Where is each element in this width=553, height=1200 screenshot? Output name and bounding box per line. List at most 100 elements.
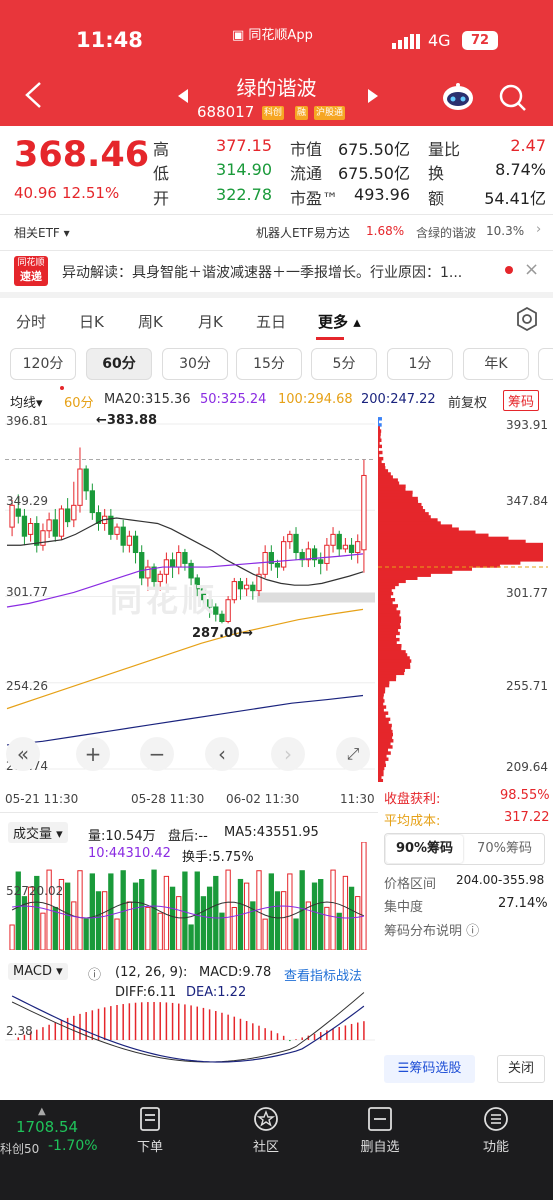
active-tab-indicator [316,337,344,340]
chip-bar [378,739,394,743]
tab-five-day[interactable]: 五日 [256,311,286,332]
nav-order[interactable]: 下单 [110,1106,190,1155]
chip-bar [378,634,397,639]
etf-name[interactable]: 机器人ETF易方达 [256,224,350,241]
chip-bar [378,613,400,617]
candle-body [52,519,58,537]
chip-bar [378,555,543,559]
volume-bar [324,906,330,951]
pan-left-icon[interactable]: ‹ [205,737,239,771]
macd-indicator-select[interactable]: MACD ▾ [8,963,68,980]
prev-stock-icon[interactable] [176,88,190,108]
fullscreen-icon[interactable]: ⤢ [336,737,370,771]
chip-bar [378,625,401,630]
chip-bar [378,742,391,746]
chips-toggle-button[interactable]: 筹码 [503,390,540,411]
pill-year-k[interactable]: 年K [463,348,529,380]
chip-bar [378,561,521,565]
nav-remove-watchlist[interactable]: 删自选 [340,1106,420,1155]
collapse-left-icon[interactable]: « [6,737,40,771]
candle-body [15,508,21,517]
candle-body [243,584,250,590]
high-annotation: ←383.88 [96,413,158,428]
chip-bar [378,714,386,718]
chip-bar [378,683,390,688]
candle-body [348,544,355,554]
signal-icon [392,33,422,53]
pill-120min[interactable]: 120分 [10,348,76,380]
macd-help-icon[interactable]: ⓘ [88,964,101,983]
chip-bar [378,518,438,522]
zoom-out-icon[interactable]: − [140,737,174,771]
tab-month-k[interactable]: 月K [198,311,223,332]
chip-bar [378,548,543,553]
chip-bar [378,726,392,731]
nav-functions[interactable]: 功能 [456,1106,536,1155]
candle-body [231,581,237,601]
etf-weight: 10.3% [486,224,525,238]
chip-bar [378,509,426,513]
ma20-value: MA20:315.36 [104,392,191,407]
search-icon[interactable] [498,83,528,117]
price-axis-label: 396.81 [6,414,48,428]
tab-more[interactable]: 更多 ▴ [318,311,361,332]
pe-ttm-value: 493.96 [354,185,410,204]
chip-bar [378,524,453,528]
tab-week-k[interactable]: 周K [138,311,163,332]
close-icon[interactable]: × [524,259,539,280]
adjust-mode[interactable]: 前复权 [448,392,487,411]
candle-body [77,468,83,506]
ma-type-select[interactable]: 均线▾ [10,392,43,411]
chip-bar [378,484,406,488]
zoom-in-icon[interactable]: + [76,737,110,771]
pill-5min[interactable]: 5分 [311,348,377,380]
range-label: 价格区间 [384,877,437,892]
chip-bar [378,435,381,439]
pill-30min[interactable]: 30分 [162,348,228,380]
candle-body [64,508,71,523]
price-change: 40.96 [14,184,57,202]
candle-body [83,468,89,492]
nav-community[interactable]: 社区 [226,1106,306,1155]
chip-close-button[interactable]: 关闭 [497,1055,545,1083]
pill-60min[interactable]: 60分 [86,348,152,380]
chip-bar [378,628,399,633]
chip-bar [378,717,391,722]
chip-help-link[interactable]: 筹码分布说明 ⓘ [384,920,479,939]
settings-gear-icon[interactable] [515,306,539,335]
macd-chart[interactable] [5,982,375,1082]
pan-right-icon[interactable]: › [271,737,305,771]
date-axis-label: 06-02 11:30 [226,792,300,806]
chip-bar [378,545,543,550]
candle-body [281,541,287,568]
chip-select-button[interactable]: ☰筹码选股 [384,1055,475,1083]
current-price: 368.46 [14,135,150,175]
pill-1min[interactable]: 1分 [387,348,453,380]
pill-15min[interactable]: 15分 [236,348,302,380]
chip-bar [378,775,382,780]
tab-day-k[interactable]: 日K [79,311,104,332]
next-stock-icon[interactable] [366,88,380,108]
index-name: 科创50 [0,1142,40,1156]
profit-label: 收盘获利: [384,792,441,807]
pill-overflow[interactable] [538,348,553,380]
index-value[interactable]: 1708.54 [16,1118,78,1136]
volume-indicator-select[interactable]: 成交量 ▾ [8,822,68,843]
chip-bar [378,699,385,703]
chip-bar [378,447,379,452]
chip-70-tab[interactable]: 70%筹码 [466,835,543,863]
tab-fenshi[interactable]: 分时 [16,311,46,332]
battery-icon: 72 [462,31,498,50]
candle-body [274,562,281,568]
chip-bar [378,456,384,461]
chip-bar [378,441,380,446]
community-icon [254,1107,278,1131]
chip-bar [378,619,401,623]
chip-bar [378,499,419,504]
volume-bar [355,896,361,951]
robot-assistant-icon[interactable] [442,82,474,116]
chip-bar [378,429,382,433]
chip-bar [378,754,387,758]
high-label: 高 [153,140,170,159]
chip-90-tab[interactable]: 90%筹码 [386,835,463,863]
